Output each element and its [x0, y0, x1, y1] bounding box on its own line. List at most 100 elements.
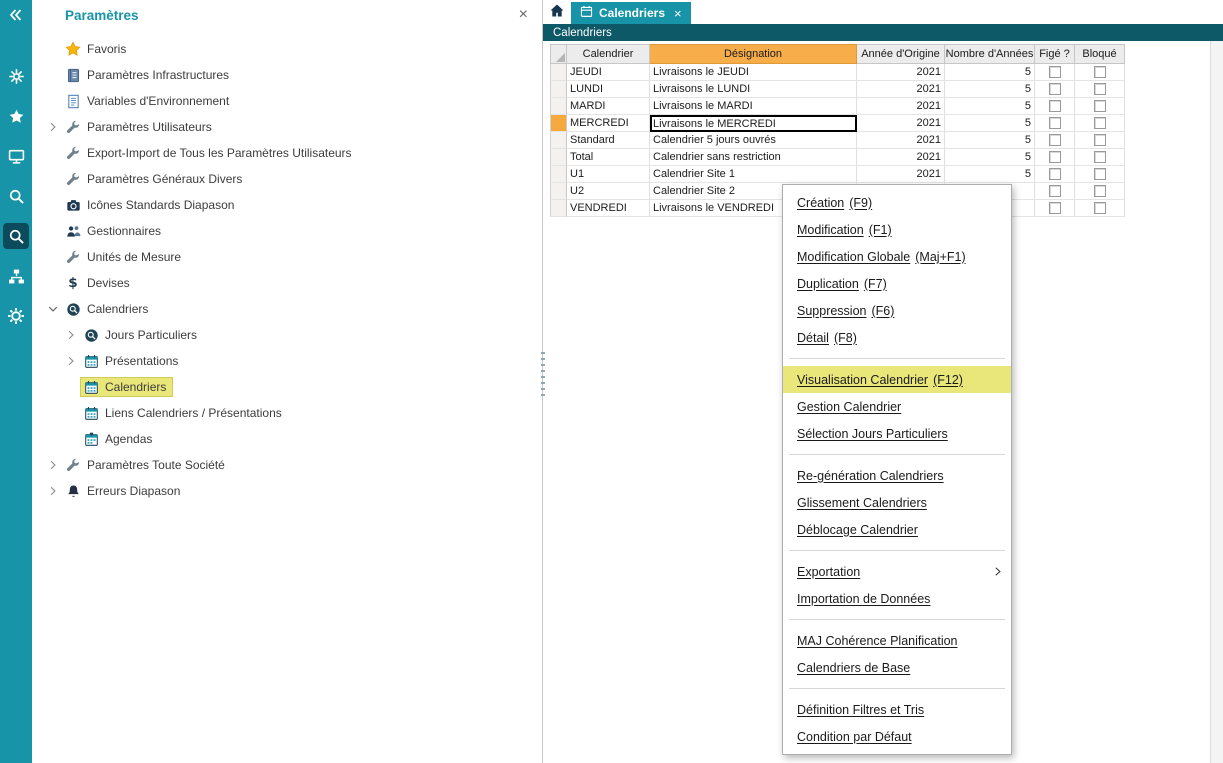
- column-header[interactable]: Figé ?: [1035, 44, 1075, 64]
- fige-checkbox[interactable]: [1049, 100, 1061, 112]
- chevron-right-icon[interactable]: [44, 459, 62, 471]
- sidebar-item[interactable]: Présentations: [32, 348, 542, 374]
- bloque-checkbox[interactable]: [1094, 168, 1106, 180]
- vertical-scrollbar[interactable]: [1210, 41, 1223, 763]
- fige-checkbox[interactable]: [1049, 185, 1061, 197]
- tab-close-icon[interactable]: ×: [674, 6, 682, 21]
- cell-calendrier[interactable]: U2: [567, 183, 650, 200]
- bloque-checkbox[interactable]: [1094, 117, 1106, 129]
- bloque-checkbox[interactable]: [1094, 151, 1106, 163]
- cell-calendrier[interactable]: Standard: [567, 132, 650, 149]
- monitor-icon[interactable]: [0, 136, 32, 176]
- cell-annee-origine[interactable]: 2021: [857, 98, 945, 115]
- chevron-right-icon[interactable]: [62, 329, 80, 341]
- tab-calendriers[interactable]: Calendriers ×: [571, 2, 691, 24]
- cell-nombre-annees[interactable]: 5: [945, 98, 1035, 115]
- column-header[interactable]: Désignation: [650, 44, 857, 64]
- column-header[interactable]: Calendrier: [567, 44, 650, 64]
- fige-checkbox[interactable]: [1049, 151, 1061, 163]
- menu-item[interactable]: Visualisation Calendrier(F12): [783, 366, 1011, 393]
- menu-item[interactable]: Suppression(F6): [783, 297, 1011, 324]
- cell-designation[interactable]: Livraisons le LUNDI: [650, 81, 857, 98]
- menu-item[interactable]: Déblocage Calendrier: [783, 516, 1011, 543]
- menu-item[interactable]: Modification(F1): [783, 216, 1011, 243]
- menu-item[interactable]: Détail(F8): [783, 324, 1011, 351]
- row-selector[interactable]: [550, 81, 567, 98]
- fige-checkbox[interactable]: [1049, 66, 1061, 78]
- row-selector[interactable]: [550, 166, 567, 183]
- menu-item[interactable]: Exportation: [783, 558, 1011, 585]
- fige-checkbox[interactable]: [1049, 202, 1061, 214]
- cell-calendrier[interactable]: MERCREDI: [567, 115, 650, 132]
- sidebar-item[interactable]: Gestionnaires: [32, 218, 542, 244]
- chevron-right-icon[interactable]: [44, 121, 62, 133]
- cell-calendrier[interactable]: VENDREDI: [567, 200, 650, 217]
- chevron-right-icon[interactable]: [44, 485, 62, 497]
- sidebar-item[interactable]: $Devises: [32, 270, 542, 296]
- sidebar-item[interactable]: Liens Calendriers / Présentations: [32, 400, 542, 426]
- fige-checkbox[interactable]: [1049, 117, 1061, 129]
- sidebar-item[interactable]: Icônes Standards Diapason: [32, 192, 542, 218]
- cell-annee-origine[interactable]: 2021: [857, 64, 945, 81]
- menu-item[interactable]: Importation de Données: [783, 585, 1011, 612]
- cell-annee-origine[interactable]: 2021: [857, 115, 945, 132]
- cell-designation[interactable]: Livraisons le MERCREDI: [650, 115, 857, 132]
- column-header[interactable]: Année d'Origine: [857, 44, 945, 64]
- chevron-down-icon[interactable]: [44, 303, 62, 315]
- column-header[interactable]: Bloqué: [1075, 44, 1125, 64]
- menu-item[interactable]: MAJ Cohérence Planification: [783, 627, 1011, 654]
- cell-nombre-annees[interactable]: 5: [945, 115, 1035, 132]
- cell-nombre-annees[interactable]: 5: [945, 81, 1035, 98]
- menu-item[interactable]: Duplication(F7): [783, 270, 1011, 297]
- cell-annee-origine[interactable]: 2021: [857, 81, 945, 98]
- bloque-checkbox[interactable]: [1094, 185, 1106, 197]
- cell-calendrier[interactable]: MARDI: [567, 98, 650, 115]
- cell-annee-origine[interactable]: 2021: [857, 132, 945, 149]
- row-selector[interactable]: [550, 200, 567, 217]
- sidebar-item[interactable]: Paramètres Toute Société: [32, 452, 542, 478]
- search-secondary-icon[interactable]: [0, 216, 32, 256]
- row-selector[interactable]: [550, 183, 567, 200]
- menu-item[interactable]: Re-génération Calendriers: [783, 462, 1011, 489]
- menu-item[interactable]: Condition par Défaut: [783, 723, 1011, 750]
- cell-nombre-annees[interactable]: 5: [945, 64, 1035, 81]
- menu-item[interactable]: Sélection Jours Particuliers: [783, 420, 1011, 447]
- sidebar-item[interactable]: Paramètres Utilisateurs: [32, 114, 542, 140]
- cell-nombre-annees[interactable]: 5: [945, 132, 1035, 149]
- menu-item[interactable]: Calendriers de Base: [783, 654, 1011, 681]
- cell-designation[interactable]: Livraisons le JEUDI: [650, 64, 857, 81]
- sidebar-item[interactable]: Erreurs Diapason: [32, 478, 542, 504]
- cell-designation[interactable]: Calendrier 5 jours ouvrés: [650, 132, 857, 149]
- panel-close-icon[interactable]: ×: [519, 7, 528, 23]
- fige-checkbox[interactable]: [1049, 83, 1061, 95]
- sidebar-item[interactable]: Unités de Mesure: [32, 244, 542, 270]
- cell-nombre-annees[interactable]: 5: [945, 166, 1035, 183]
- sidebar-item[interactable]: Paramètres Infrastructures: [32, 62, 542, 88]
- cell-calendrier[interactable]: LUNDI: [567, 81, 650, 98]
- row-selector[interactable]: [550, 115, 567, 132]
- menu-item[interactable]: Définition Filtres et Tris: [783, 696, 1011, 723]
- menu-item[interactable]: Glissement Calendriers: [783, 489, 1011, 516]
- sidebar-item[interactable]: Calendriers: [32, 374, 542, 400]
- cell-designation[interactable]: Calendrier sans restriction: [650, 149, 857, 166]
- select-all-corner[interactable]: [550, 44, 567, 64]
- sidebar-item[interactable]: Paramètres Généraux Divers: [32, 166, 542, 192]
- cell-designation[interactable]: Livraisons le MARDI: [650, 98, 857, 115]
- row-selector[interactable]: [550, 132, 567, 149]
- bloque-checkbox[interactable]: [1094, 83, 1106, 95]
- chevron-right-icon[interactable]: [62, 355, 80, 367]
- sitemap-icon[interactable]: [0, 256, 32, 296]
- cell-annee-origine[interactable]: 2021: [857, 166, 945, 183]
- column-header[interactable]: Nombre d'Années: [945, 44, 1035, 64]
- sidebar-item[interactable]: Export-Import de Tous les Paramètres Uti…: [32, 140, 542, 166]
- sidebar-item[interactable]: Jours Particuliers: [32, 322, 542, 348]
- bloque-checkbox[interactable]: [1094, 66, 1106, 78]
- home-tab[interactable]: [543, 2, 571, 24]
- search-icon[interactable]: [0, 176, 32, 216]
- fige-checkbox[interactable]: [1049, 134, 1061, 146]
- cell-designation[interactable]: Calendrier Site 1: [650, 166, 857, 183]
- chevrons-left-icon[interactable]: [0, 0, 32, 30]
- cell-calendrier[interactable]: JEUDI: [567, 64, 650, 81]
- sidebar-item[interactable]: Favoris: [32, 36, 542, 62]
- cell-nombre-annees[interactable]: 5: [945, 149, 1035, 166]
